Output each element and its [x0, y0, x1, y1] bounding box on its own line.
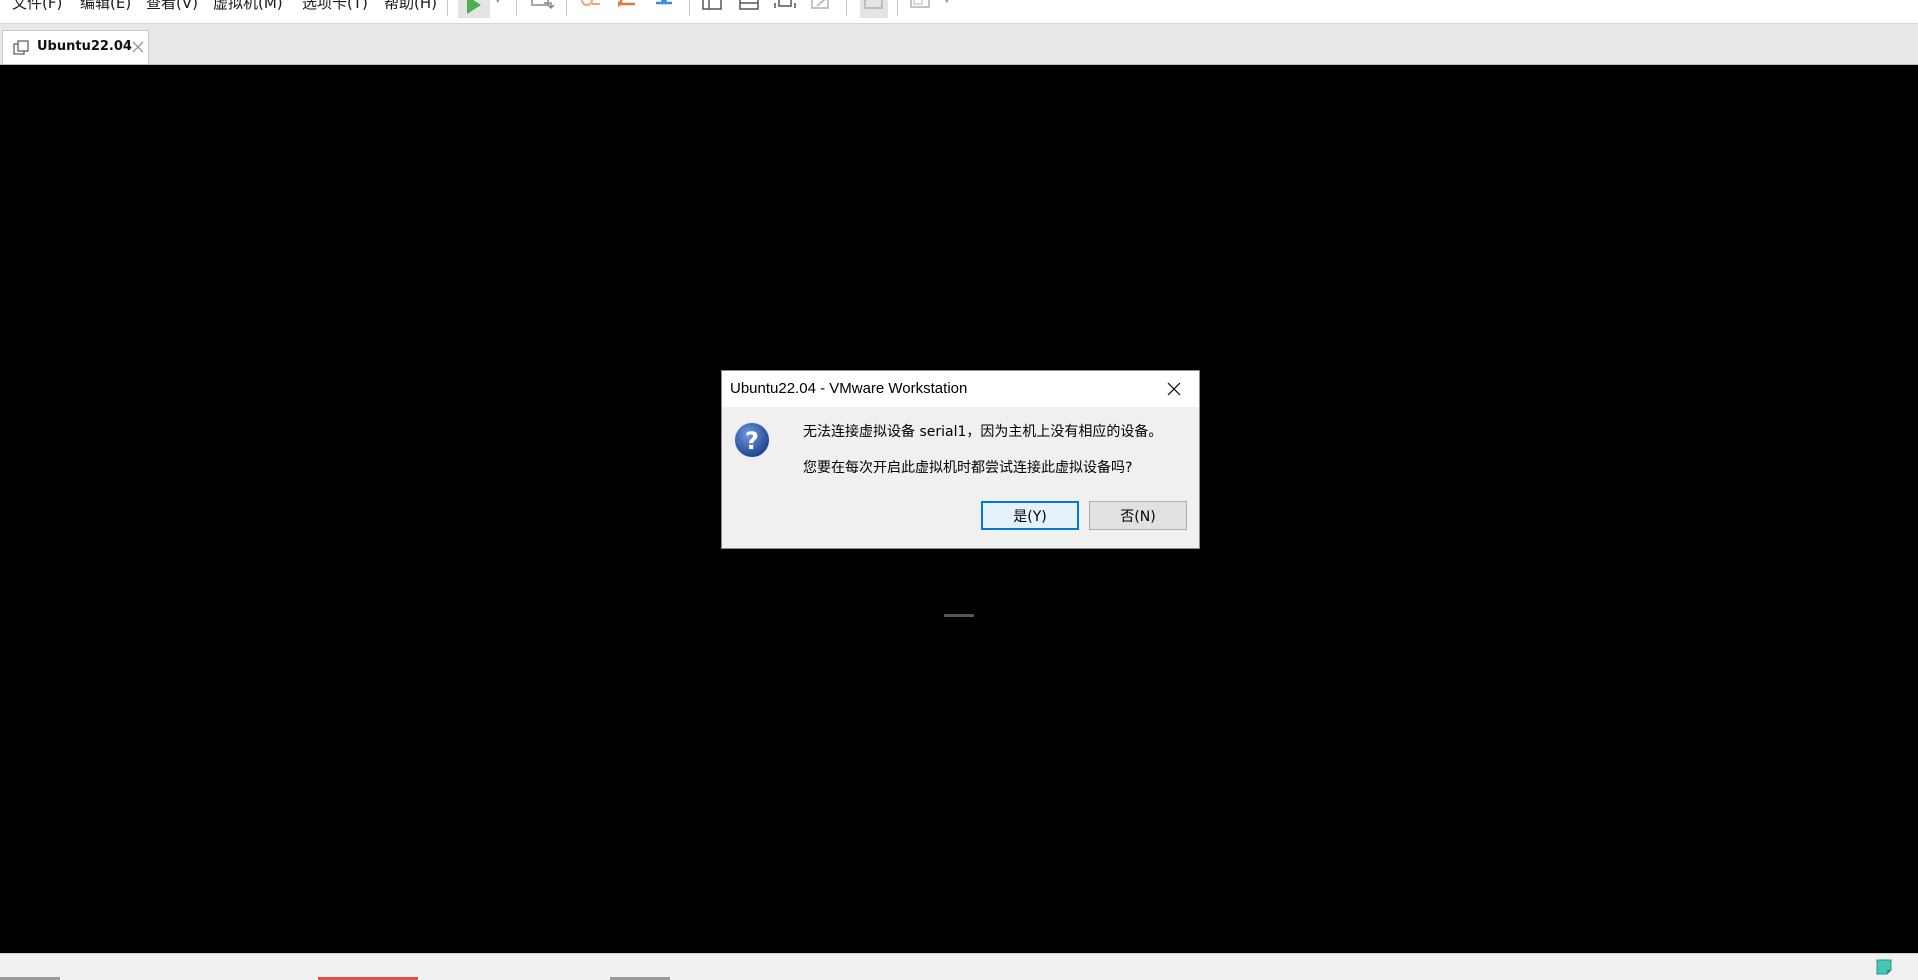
dialog-message-line2: 您要在每次开启此虚拟机时都尝试连接此虚拟设备吗?	[803, 460, 1133, 476]
menu-vm[interactable]: 虚拟机(M)	[213, 0, 283, 13]
full-screen-button[interactable]	[773, 0, 799, 14]
toolbar-separator	[846, 0, 847, 16]
power-on-button[interactable]	[458, 0, 490, 18]
send-ctrl-alt-del-button[interactable]	[529, 0, 555, 14]
snapshot-revert-button[interactable]	[615, 0, 641, 14]
console-cursor-artifact	[944, 614, 974, 617]
close-icon	[1167, 382, 1181, 396]
snapshot-revert-icon	[618, 0, 635, 7]
snapshot-manager-icon	[656, 0, 672, 5]
power-dropdown-caret[interactable]: ▼	[494, 0, 502, 5]
dialog-close-button[interactable]	[1162, 377, 1186, 401]
svg-text:?: ?	[745, 427, 759, 455]
message-log-icon[interactable]	[1876, 959, 1892, 975]
snapshot-take-button[interactable]	[578, 0, 604, 14]
vm-tab-strip: Ubuntu22.04	[0, 24, 1918, 65]
thumbnail-bar-button[interactable]	[737, 0, 763, 14]
dialog-title: Ubuntu22.04 - VMware Workstation	[730, 380, 968, 397]
menu-tabs[interactable]: 选项卡(T)	[302, 0, 368, 13]
serial-device-dialog: Ubuntu22.04 - VMware Workstation ? 无法连接虚…	[721, 370, 1200, 549]
toolbar-separator	[566, 0, 567, 16]
snapshot-take-icon	[581, 0, 600, 6]
power-on-icon	[467, 0, 481, 14]
question-icon: ?	[733, 421, 771, 459]
show-library-button[interactable]	[700, 0, 726, 14]
stretch-dropdown-caret[interactable]: ▼	[943, 0, 951, 5]
thumbnail-bar-icon	[739, 0, 759, 10]
toolbar-separator	[447, 0, 448, 16]
yes-button[interactable]: 是(Y)	[981, 501, 1079, 530]
menu-view[interactable]: 查看(V)	[146, 0, 198, 13]
dialog-message-line1: 无法连接虚拟设备 serial1，因为主机上没有相应的设备。	[803, 424, 1163, 440]
vmware-workstation-window: 文件(F) 编辑(E) 查看(V) 虚拟机(M) 选项卡(T) 帮助(H) ▼	[0, 0, 1918, 980]
unity-button[interactable]	[809, 0, 835, 14]
toolbar-separator	[689, 0, 690, 16]
unity-icon	[811, 0, 829, 9]
menu-edit[interactable]: 编辑(E)	[80, 0, 131, 13]
show-library-icon	[702, 0, 722, 10]
send-ctrl-alt-del-icon	[531, 0, 555, 10]
console-view-icon	[864, 0, 883, 9]
tab-ubuntu2204[interactable]: Ubuntu22.04	[2, 30, 149, 64]
menu-toolbar-bar: 文件(F) 编辑(E) 查看(V) 虚拟机(M) 选项卡(T) 帮助(H) ▼	[0, 0, 1918, 24]
status-bar	[0, 953, 1918, 980]
toolbar-separator	[897, 0, 898, 16]
console-view-button[interactable]	[860, 0, 888, 18]
menu-help[interactable]: 帮助(H)	[384, 0, 437, 13]
tab-label: Ubuntu22.04	[37, 39, 132, 54]
menu-file[interactable]: 文件(F)	[12, 0, 62, 13]
full-screen-icon	[774, 0, 796, 8]
vm-icon	[13, 40, 29, 55]
dialog-titlebar[interactable]: Ubuntu22.04 - VMware Workstation	[722, 371, 1199, 407]
toolbar-separator	[516, 0, 517, 16]
no-button[interactable]: 否(N)	[1089, 501, 1187, 530]
close-tab-icon[interactable]	[131, 40, 145, 54]
stretch-guest-icon	[910, 0, 930, 8]
stretch-guest-button[interactable]	[908, 0, 934, 14]
snapshot-manager-button[interactable]	[652, 0, 678, 14]
